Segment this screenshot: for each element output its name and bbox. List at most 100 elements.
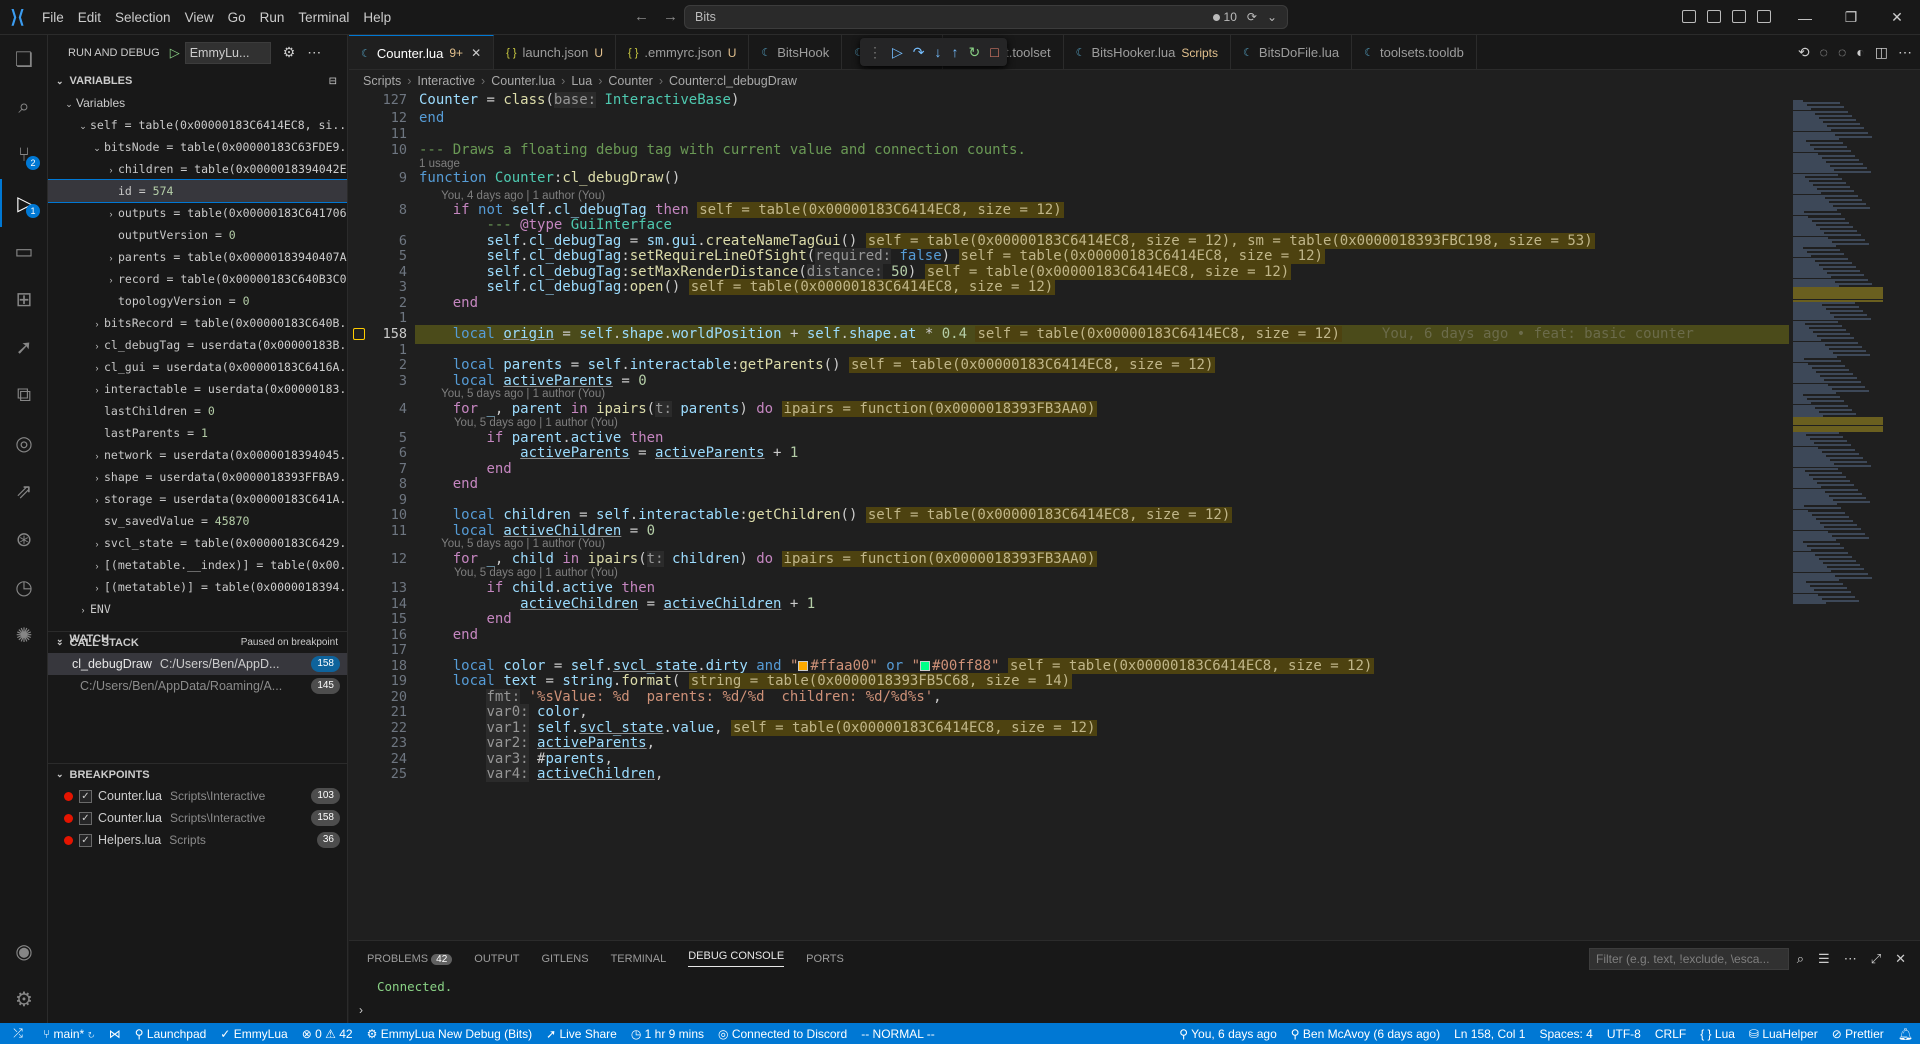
code-editor[interactable]: 127 12 11 10 9 8 6 5 4 3 2 1 158 1 2 3 4 5 6 7 8 9 10 11 12 13 14 1… — [349, 92, 1789, 940]
status-liveshare[interactable]: ➚ Live Share — [539, 1027, 624, 1041]
github-icon[interactable]: ◎ — [0, 419, 48, 467]
status-eol[interactable]: CRLF — [1648, 1027, 1693, 1041]
code-line[interactable]: self.cl_debugTag:open() self = table(0x0… — [419, 279, 1056, 295]
next-change-icon[interactable]: ◌ — [1838, 44, 1846, 61]
continue-icon[interactable]: ▷ — [892, 44, 903, 61]
liveshare-icon[interactable]: ➚ — [0, 323, 48, 371]
breakpoint-dot-icon[interactable] — [64, 814, 73, 824]
breakpoint-dot-icon[interactable] — [64, 836, 73, 846]
restart-icon[interactable]: ↻ — [969, 44, 981, 61]
code-line[interactable]: end — [419, 476, 478, 492]
breakpoint-item[interactable]: ✓ Helpers.lua Scripts 36 — [48, 829, 347, 851]
previous-change-icon[interactable]: ◌ — [1820, 44, 1828, 61]
variable-row[interactable]: › outputs = table(0x00000183C641706... — [48, 202, 348, 224]
callstack-frame[interactable]: cl_debugDraw C:/Users/Ben/AppD... 158 — [48, 653, 347, 675]
gitlens-icon[interactable]: ⊛ — [0, 515, 48, 563]
editor-tab[interactable]: ☾ BitsHook — [749, 35, 843, 69]
variable-row[interactable]: id = 574 — [48, 179, 347, 203]
breadcrumb-item[interactable]: Counter — [608, 74, 652, 88]
split-editor-icon[interactable]: ◫ — [1875, 44, 1888, 61]
bell-icon[interactable]: 🔔︎ — [1891, 1027, 1920, 1041]
variable-row[interactable]: topologyVersion = 0 — [48, 290, 347, 312]
status-author[interactable]: ⚲ Ben McAvoy (6 days ago) — [1284, 1027, 1447, 1041]
restore-icon[interactable]: ❐ — [1828, 9, 1874, 26]
status-time[interactable]: ◷ 1 hr 9 mins — [624, 1027, 711, 1041]
minimize-icon[interactable]: — — [1782, 10, 1828, 26]
breakpoint-dot-icon[interactable] — [64, 792, 73, 802]
code-line[interactable]: local activeParents = 0 — [419, 373, 647, 389]
editor-tab[interactable]: ☾ toolsets.tooldb — [1352, 35, 1477, 69]
variable-row[interactable]: › parents = table(0x00000183940407A... — [48, 246, 348, 268]
status-blame[interactable]: ⚲ You, 6 days ago — [1172, 1027, 1284, 1041]
status-emmylua[interactable]: ✓ EmmyLua — [213, 1027, 294, 1041]
code-line[interactable]: if not self.cl_debugTag then self = tabl… — [419, 202, 1064, 218]
breadcrumb-item[interactable]: Scripts — [363, 74, 401, 88]
menu-go[interactable]: Go — [221, 0, 253, 35]
codelens-annotation[interactable]: You, 5 days ago | 1 author (You) — [419, 417, 618, 429]
code-line[interactable]: local color = self.svcl_state.dirty and … — [419, 658, 1375, 674]
variable-row[interactable]: › children = table(0x0000018394042E... — [48, 158, 348, 180]
more-actions-icon[interactable]: ⋯ — [307, 44, 321, 61]
code-line[interactable]: end — [419, 295, 478, 311]
codelens-annotation[interactable]: You, 4 days ago | 1 author (You) — [419, 190, 605, 202]
codelens-annotation[interactable]: You, 5 days ago | 1 author (You) — [419, 388, 605, 400]
breadcrumb-item[interactable]: Lua — [571, 74, 592, 88]
code-line[interactable]: self.cl_debugTag = sm.gui.createNameTagG… — [419, 233, 1595, 249]
forward-arrow-icon[interactable]: → — [663, 8, 678, 25]
status-encoding[interactable]: UTF-8 — [1600, 1027, 1648, 1041]
collapse-all-icon[interactable]: ⊟ — [329, 76, 337, 87]
share-icon[interactable]: ⇗ — [0, 467, 48, 515]
status-debug-config[interactable]: ⚙ EmmyLua New Debug (Bits) — [360, 1027, 539, 1041]
variable-row[interactable]: outputVersion = 0 — [48, 224, 347, 246]
variable-row[interactable]: › network = userdata(0x0000018394045... — [48, 444, 348, 466]
search-icon[interactable]: ⌕ — [1797, 951, 1804, 967]
menu-file[interactable]: File — [35, 0, 71, 35]
variable-row[interactable]: › bitsRecord = table(0x00000183C640B... — [48, 312, 348, 334]
line-number-gutter[interactable]: 127 12 11 10 9 8 6 5 4 3 2 1 158 1 2 3 4 5 6 7 8 9 10 11 12 13 14 1… — [349, 92, 407, 940]
tab-terminal[interactable]: TERMINAL — [611, 953, 667, 965]
step-out-icon[interactable]: ↑ — [952, 44, 959, 60]
variable-row[interactable]: › [(metatable.__index)] = table(0x00... — [48, 554, 348, 576]
tab-debug-console[interactable]: DEBUG CONSOLE — [688, 950, 785, 967]
console-prompt-icon[interactable]: › — [359, 1003, 363, 1017]
code-line[interactable]: self.cl_debugTag:setRequireLineOfSight(r… — [419, 248, 1325, 264]
source-control-icon[interactable]: ⑂ 2 — [0, 131, 48, 179]
stop-icon[interactable]: □ — [990, 44, 998, 60]
maximize-panel-icon[interactable]: ⤢ — [1871, 951, 1881, 967]
breakpoints-section-header[interactable]: ⌄ BREAKPOINTS — [48, 763, 347, 785]
explorer-icon[interactable]: ❏ — [0, 35, 48, 83]
variable-row[interactable]: › [(metatable)] = table(0x0000018394... — [48, 576, 348, 598]
status-luahelper[interactable]: ⛁ LuaHelper — [1742, 1027, 1825, 1041]
variable-row[interactable]: › svcl_state = table(0x00000183C6429... — [48, 532, 348, 554]
breakpoint-checkbox[interactable]: ✓ — [79, 790, 92, 804]
containers-icon[interactable]: ⧉ — [0, 371, 48, 419]
variable-row[interactable]: › storage = userdata(0x00000183C641A... — [48, 488, 348, 510]
status-discord[interactable]: ◎ Connected to Discord — [711, 1027, 854, 1041]
search-icon[interactable]: ⌕ — [0, 83, 48, 131]
menu-terminal[interactable]: Terminal — [291, 0, 356, 35]
console-filter-input[interactable]: Filter (e.g. text, !exclude, \esca... — [1589, 948, 1789, 970]
editor-scrollbar[interactable] — [1909, 92, 1920, 940]
variable-row[interactable]: › cl_debugTag = userdata(0x00000183B... — [48, 334, 348, 356]
code-line[interactable]: activeParents = activeParents + 1 — [419, 445, 798, 461]
code-line[interactable]: end — [419, 461, 511, 477]
codelens-annotation[interactable]: 1 usage — [419, 158, 460, 170]
breadcrumb-item[interactable]: Counter.lua — [491, 74, 555, 88]
code-line[interactable]: end — [419, 110, 444, 126]
code-line[interactable]: for _, parent in ipairs(t: parents) do i… — [419, 401, 1098, 417]
command-center-search[interactable]: Bits 10 ⟳ ⌄ — [684, 5, 1288, 29]
chevron-down-icon[interactable]: ⌄ — [1267, 10, 1277, 24]
status-spaces[interactable]: Spaces: 4 — [1532, 1027, 1599, 1041]
callstack-section-header[interactable]: ⌄ CALL STACK Paused on breakpoint — [48, 631, 347, 653]
timeline-icon[interactable]: ◷ — [0, 563, 48, 611]
code-line[interactable]: function Counter:cl_debugDraw() — [419, 170, 680, 186]
notification-count[interactable]: 10 — [1212, 10, 1237, 24]
breadcrumb-item[interactable]: Interactive — [417, 74, 475, 88]
breadcrumb-item[interactable]: Counter:cl_debugDraw — [669, 74, 797, 88]
more-actions-icon[interactable]: ⋯ — [1898, 44, 1912, 61]
gitlens-compare-icon[interactable]: ◐ — [1856, 44, 1864, 61]
variable-row[interactable]: lastChildren = 0 — [48, 400, 347, 422]
breakpoint-item[interactable]: ✓ Counter.lua Scripts\Interactive 158 — [48, 807, 347, 829]
variable-row[interactable]: ⌄ self = table(0x00000183C6414EC8, si... — [48, 114, 347, 136]
variable-row[interactable]: ⌄ bitsNode = table(0x00000183C63FDE9... — [48, 136, 347, 158]
